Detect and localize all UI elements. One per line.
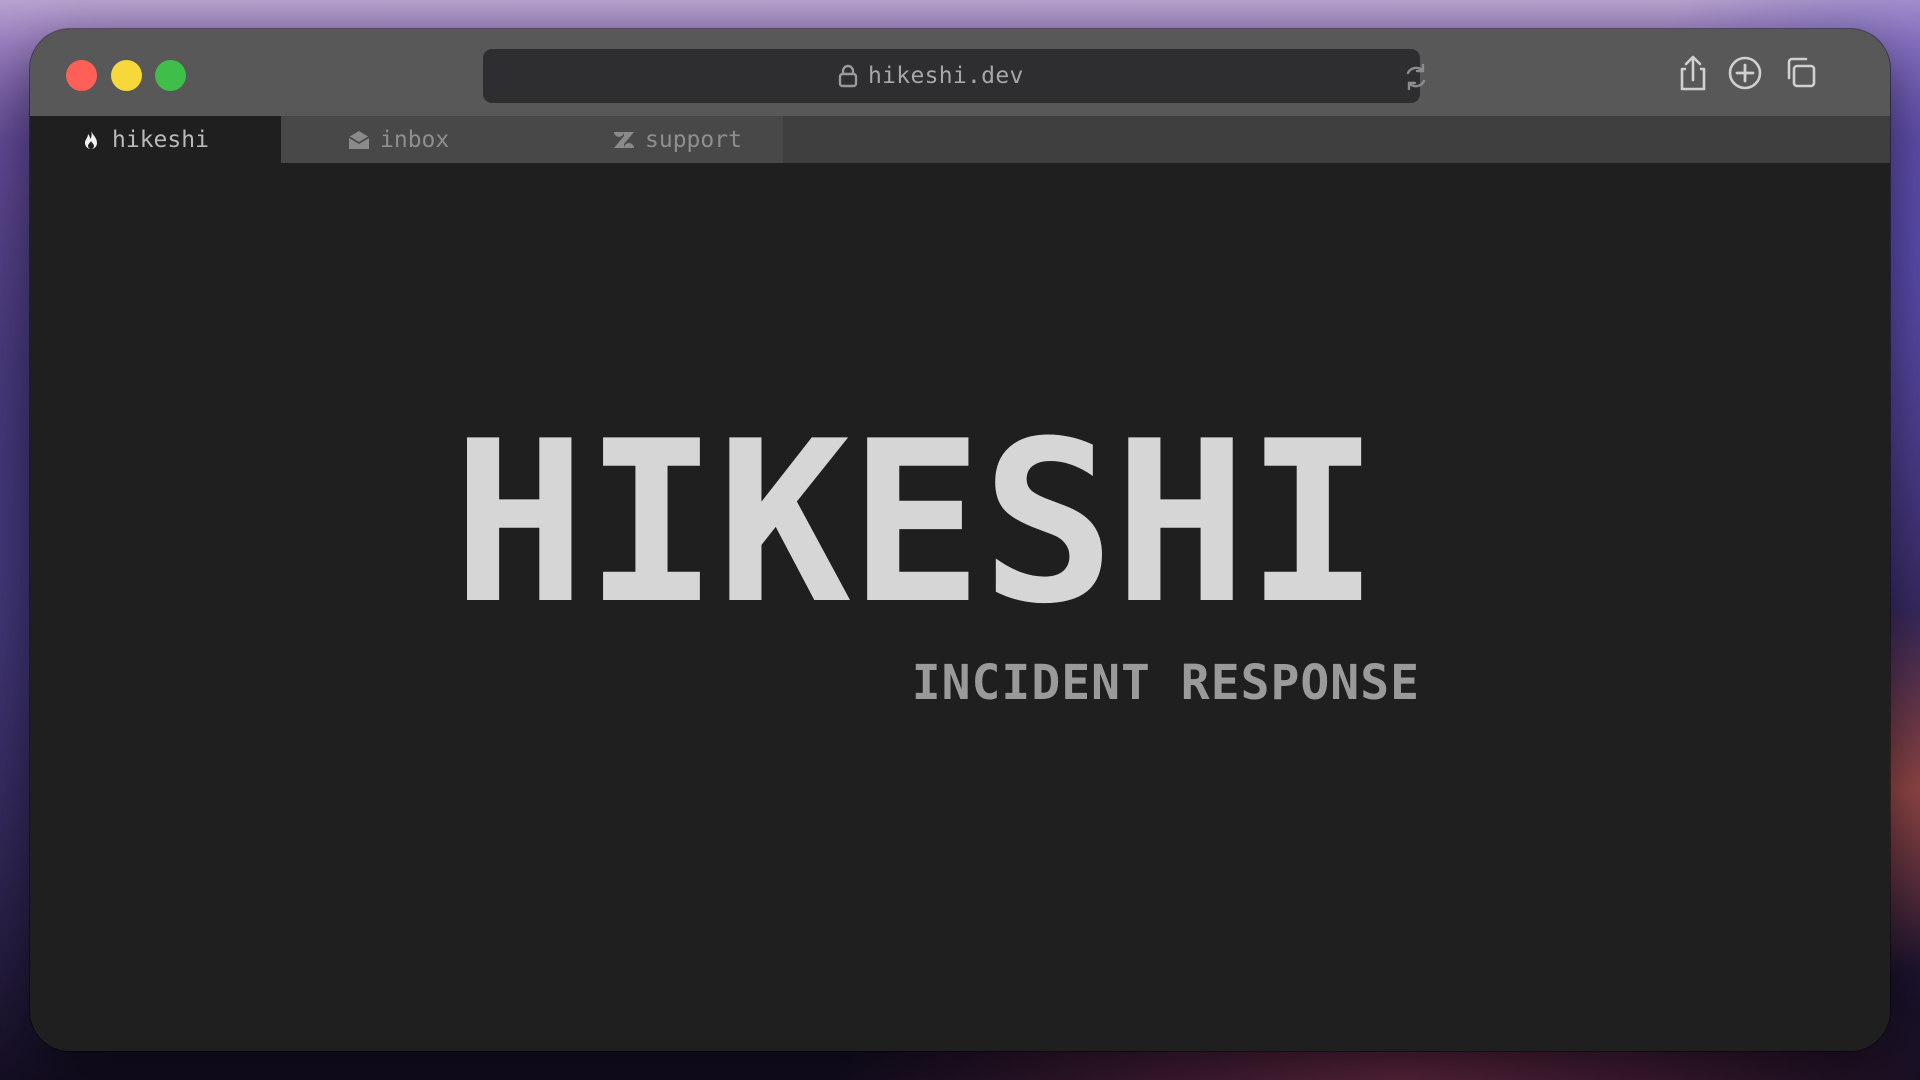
zendesk-icon: [614, 131, 634, 148]
tab-hikeshi[interactable]: hikeshi: [30, 116, 281, 163]
browser-window: hikeshi.dev hikeshi inbox support HIKESH…: [30, 29, 1890, 1051]
tab-label: support: [645, 126, 742, 153]
address-bar-url[interactable]: hikeshi.dev: [868, 61, 1024, 91]
new-tab-icon[interactable]: [1725, 53, 1765, 93]
share-icon[interactable]: [1673, 53, 1713, 93]
lock-icon: [838, 64, 858, 88]
zoom-window-button[interactable]: [155, 60, 186, 91]
tab-support[interactable]: support: [532, 116, 783, 163]
tab-label: inbox: [380, 126, 450, 153]
flame-icon: [85, 129, 97, 149]
tabs-overview-icon[interactable]: [1781, 53, 1821, 93]
title-bar: hikeshi.dev: [30, 29, 1890, 116]
hero-title: HIKESHI: [452, 393, 1380, 653]
tab-label: hikeshi: [112, 126, 209, 153]
tab-bar: hikeshi inbox support: [30, 116, 1890, 163]
address-bar[interactable]: hikeshi.dev: [483, 49, 1426, 103]
envelope-icon: [348, 130, 370, 149]
hero-subtitle: INCIDENT RESPONSE: [911, 655, 1420, 711]
close-window-button[interactable]: [66, 60, 97, 91]
tab-inbox[interactable]: inbox: [281, 116, 532, 163]
page-content: HIKESHI INCIDENT RESPONSE: [30, 163, 1890, 1051]
minimize-window-button[interactable]: [111, 60, 142, 91]
reload-icon[interactable]: [1401, 62, 1431, 92]
